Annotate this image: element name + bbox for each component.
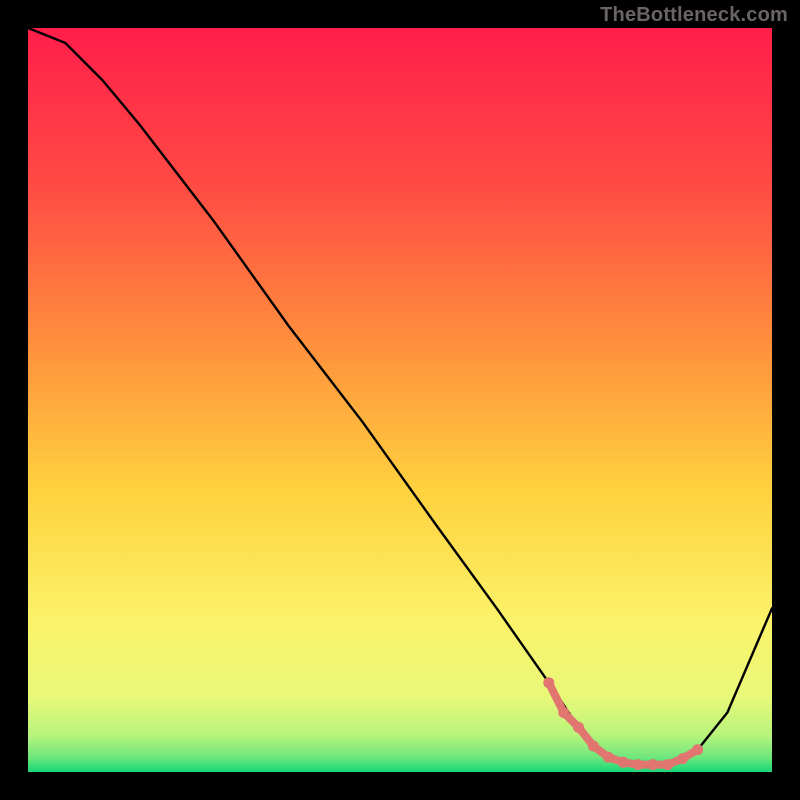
plot-svg [28, 28, 772, 772]
optimal-marker [573, 722, 584, 733]
optimal-marker [648, 759, 659, 770]
optimal-marker [543, 677, 554, 688]
chart-frame: TheBottleneck.com [0, 0, 800, 800]
optimal-marker [603, 752, 614, 763]
optimal-marker [618, 757, 629, 768]
optimal-marker [633, 759, 644, 770]
watermark-label: TheBottleneck.com [600, 4, 788, 27]
optimal-marker [558, 707, 569, 718]
optimal-marker [662, 759, 673, 770]
optimal-marker [692, 744, 703, 755]
optimal-marker [677, 753, 688, 764]
plot-area [28, 28, 772, 772]
gradient-background [28, 28, 772, 772]
optimal-marker [588, 741, 599, 752]
